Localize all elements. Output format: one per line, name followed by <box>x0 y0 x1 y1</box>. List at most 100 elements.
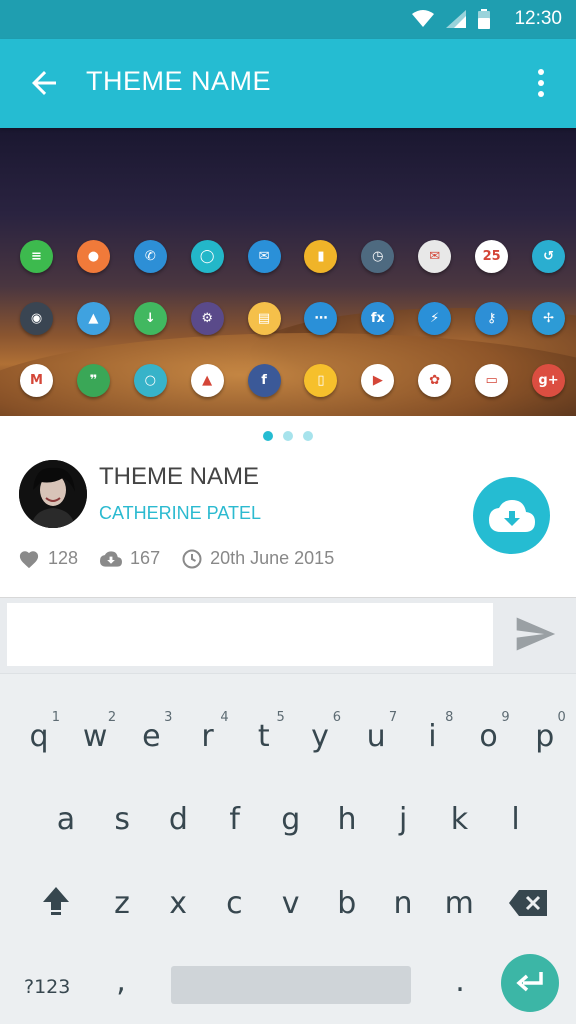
icon-row: ◉▲↓⚙▤⋯fx⚡⚷✢⬢▣ <box>20 302 576 335</box>
author-link[interactable]: CATHERINE PATEL <box>99 503 261 524</box>
key-u[interactable]: u7 <box>348 710 404 754</box>
period-key[interactable]: . <box>432 964 488 999</box>
likes-stat[interactable]: 128 <box>18 548 78 569</box>
keep-icon: ▯ <box>304 364 338 397</box>
browser-icon: ◯ <box>190 240 224 273</box>
quote-icon: ❞ <box>76 364 110 397</box>
power-icon: ⚡ <box>418 302 452 335</box>
cloud-download-small-icon <box>100 550 123 567</box>
camera-icon: ◉ <box>20 302 53 335</box>
settings-icon: ⚙ <box>190 302 224 335</box>
downloads-stat: 167 <box>100 548 160 569</box>
key-e[interactable]: e3 <box>123 710 179 754</box>
key-s[interactable]: s <box>94 802 150 837</box>
send-icon[interactable] <box>510 612 560 656</box>
video-icon: ▶ <box>361 364 395 397</box>
backspace-key[interactable] <box>500 890 556 920</box>
comma-key[interactable]: , <box>93 964 149 999</box>
carousel-dots[interactable] <box>0 431 576 441</box>
messages-icon: ≡ <box>20 240 53 273</box>
app-bar: THEME NAME <box>0 39 576 128</box>
key-a[interactable]: a <box>38 802 94 837</box>
arrow-back-icon[interactable] <box>26 65 62 101</box>
date-stat: 20th June 2015 <box>182 548 334 569</box>
key-t[interactable]: t5 <box>236 710 292 754</box>
downloads-count: 167 <box>130 548 161 568</box>
key-m[interactable]: m <box>431 886 487 921</box>
gallery-icon: ▲ <box>76 302 110 335</box>
page-title: THEME NAME <box>86 66 272 96</box>
cloud-download-icon <box>488 499 535 532</box>
key-o[interactable]: o9 <box>461 710 517 754</box>
shift-icon <box>43 887 69 915</box>
comment-compose-bar <box>0 597 576 673</box>
icon-row: ≡●✆◯✉▮◷✉25↺▦ <box>20 240 576 273</box>
clock-icon <box>182 549 202 568</box>
wifi-icon <box>412 10 434 27</box>
key-w[interactable]: w2 <box>67 710 123 754</box>
backup-icon: ↺ <box>532 240 566 273</box>
fan-icon: ✢ <box>532 302 566 335</box>
carousel-dot[interactable] <box>283 431 293 441</box>
key-z[interactable]: z <box>94 886 150 921</box>
download-button[interactable] <box>473 477 550 554</box>
fx-icon: fx <box>361 302 395 335</box>
avatar-image <box>19 460 87 528</box>
games-icon: ▭ <box>475 364 509 397</box>
key-k[interactable]: k <box>431 802 487 837</box>
files-icon: ▮ <box>304 240 338 273</box>
status-time: 12:30 <box>514 8 562 29</box>
phone-icon: ✆ <box>133 240 167 273</box>
key-n[interactable]: n <box>375 886 431 921</box>
icon-row: M❞○▲f▯▶✿▭g+g⚙▦ <box>20 364 576 397</box>
key-x[interactable]: x <box>150 886 206 921</box>
key-i[interactable]: i8 <box>404 710 460 754</box>
clock-icon: ◷ <box>361 240 395 273</box>
theme-preview-image[interactable]: ≡●✆◯✉▮◷✉25↺▦◉▲↓⚙▤⋯fx⚡⚷✢⬢▣M❞○▲f▯▶✿▭g+g⚙▦ <box>0 128 576 416</box>
theme-name: THEME NAME <box>99 463 260 490</box>
key-g[interactable]: g <box>263 802 319 837</box>
key-j[interactable]: j <box>375 802 431 837</box>
email-icon: ✉ <box>247 240 281 273</box>
symbols-key[interactable]: ?123 <box>24 976 70 998</box>
status-icons <box>412 9 490 29</box>
sim-icon: ▤ <box>247 302 281 335</box>
key-d[interactable]: d <box>150 802 206 837</box>
likes-count: 128 <box>48 548 79 568</box>
key-c[interactable]: c <box>206 886 262 921</box>
key-l[interactable]: l <box>488 802 544 837</box>
key-icon: ⚷ <box>475 302 509 335</box>
enter-icon <box>516 972 543 992</box>
key-q[interactable]: q1 <box>11 710 67 754</box>
enter-key[interactable] <box>501 954 559 1012</box>
download-icon: ↓ <box>133 302 167 335</box>
soft-keyboard: ?123 , . q1w2e3r4t5y6u7i8o9p0 asdfghjkl zx… <box>0 673 576 1024</box>
carousel-dot[interactable] <box>263 431 273 441</box>
circle-app-icon: ○ <box>133 364 167 397</box>
key-b[interactable]: b <box>319 886 375 921</box>
contacts-icon: ● <box>76 240 110 273</box>
key-h[interactable]: h <box>319 802 375 837</box>
spacebar[interactable] <box>171 966 411 1004</box>
more-vert-icon[interactable] <box>536 68 546 98</box>
comment-input[interactable] <box>7 603 493 666</box>
photos-icon: ✿ <box>418 364 452 397</box>
heart-icon <box>19 550 39 568</box>
theme-stats: 128 167 20th June 2015 <box>18 548 356 569</box>
signal-icon <box>446 10 466 28</box>
shift-key[interactable] <box>28 886 84 920</box>
google-plus-icon: g+ <box>532 364 566 397</box>
share-icon: ⋯ <box>304 302 338 335</box>
key-p[interactable]: p0 <box>517 710 573 754</box>
key-y[interactable]: y6 <box>292 710 348 754</box>
carousel-dot[interactable] <box>303 431 313 441</box>
avatar[interactable] <box>19 460 87 528</box>
key-r[interactable]: r4 <box>180 710 236 754</box>
key-f[interactable]: f <box>207 802 263 837</box>
key-v[interactable]: v <box>263 886 319 921</box>
publish-date: 20th June 2015 <box>210 548 335 568</box>
status-bar: 12:30 <box>0 0 576 39</box>
calendar-icon: 25 <box>475 240 509 273</box>
drive-icon: ▲ <box>190 364 224 397</box>
facebook-icon: f <box>247 364 281 397</box>
